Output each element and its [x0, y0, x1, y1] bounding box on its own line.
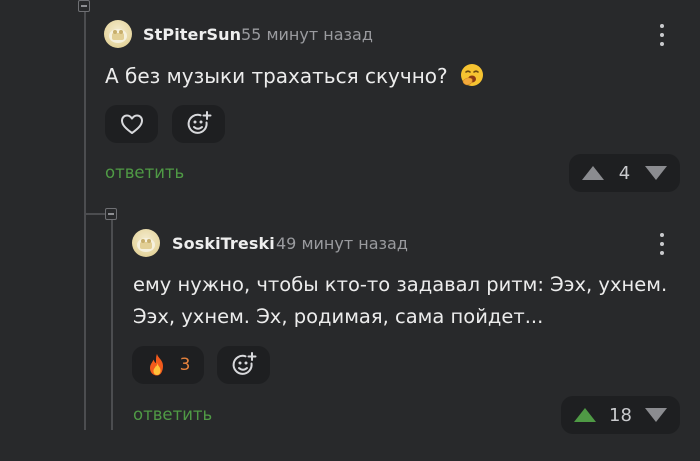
- more-options-icon[interactable]: [654, 233, 670, 255]
- reply-link[interactable]: ответить: [133, 405, 212, 424]
- avatar[interactable]: [132, 229, 160, 257]
- comment-text: А без музыки трахаться скучно?: [105, 60, 484, 92]
- add-reaction-button[interactable]: [217, 346, 270, 384]
- timestamp[interactable]: 55 минут назад: [241, 25, 373, 44]
- heart-icon: [120, 114, 143, 134]
- thread-line-reply: [111, 214, 113, 430]
- comment-text-line: Ээх, ухнем. Эх, родимая, сама пойдет...: [133, 305, 544, 328]
- fire-icon: [149, 354, 163, 376]
- rating-count: 4: [618, 162, 631, 184]
- like-button[interactable]: [105, 105, 158, 143]
- arrow-down-icon: [644, 166, 667, 180]
- add-reaction-button[interactable]: [172, 105, 225, 143]
- reaction-count: 3: [179, 355, 191, 375]
- arrow-down-icon: [645, 408, 667, 422]
- arrow-up-icon: [574, 408, 596, 422]
- comment-thread: StPiterSun 55 минут назад А без музыки т…: [0, 0, 700, 461]
- collapse-thread-button[interactable]: [78, 0, 90, 12]
- reply-link[interactable]: ответить: [105, 163, 184, 182]
- upvote-button[interactable]: [573, 407, 597, 423]
- fire-reaction-button[interactable]: 3: [132, 346, 204, 384]
- avatar[interactable]: [104, 20, 132, 48]
- add-emoji-icon: [232, 352, 256, 375]
- yawning-face-emoji-icon: [460, 63, 484, 87]
- more-options-icon[interactable]: [654, 24, 670, 46]
- downvote-button[interactable]: [644, 165, 668, 181]
- upvote-button[interactable]: [581, 165, 605, 181]
- reply-connector-line: [86, 213, 105, 215]
- rating-count: 18: [609, 404, 632, 426]
- arrow-up-icon: [582, 166, 604, 180]
- username[interactable]: StPiterSun: [143, 25, 241, 44]
- comment-text-body: А без музыки трахаться скучно?: [105, 64, 448, 88]
- username[interactable]: SoskiTreski: [172, 234, 275, 253]
- collapse-reply-button[interactable]: [105, 208, 117, 220]
- downvote-button[interactable]: [644, 407, 668, 423]
- comment-text-line: ему нужно, чтобы кто-то задавал ритм: Ээ…: [133, 273, 668, 296]
- comment-text: ему нужно, чтобы кто-то задавал ритм: Ээ…: [133, 269, 667, 333]
- vote-widget: 18: [561, 396, 680, 434]
- vote-widget: 4: [569, 154, 680, 192]
- timestamp[interactable]: 49 минут назад: [276, 234, 408, 253]
- thread-line-outer: [84, 0, 86, 430]
- add-emoji-icon: [187, 111, 211, 134]
